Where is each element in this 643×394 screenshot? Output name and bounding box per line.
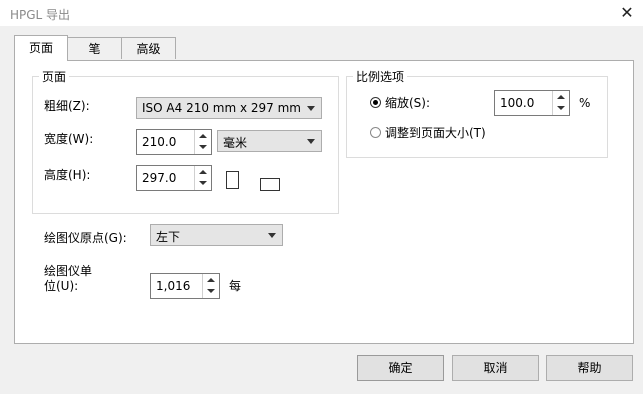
paper-size-value: ISO A4 210 mm x 297 mm [142,101,301,115]
help-button-label: 帮助 [577,361,602,375]
plotter-origin-dropdown[interactable]: 左下 [150,224,283,246]
height-input[interactable] [137,166,198,190]
tab-label: 页面 [28,41,53,55]
help-button[interactable]: 帮助 [546,355,633,381]
tab-page[interactable]: 页面 [14,35,68,61]
fit-to-page-label[interactable]: 调整到页面大小(T) [385,124,486,141]
scale-stepper-buttons [552,91,569,115]
tab-label: 笔 [88,42,101,56]
close-button[interactable]: ✕ [617,3,637,23]
page-group-legend: 页面 [42,70,67,84]
tab-label: 高级 [136,42,161,56]
spin-down-icon[interactable] [195,142,211,154]
spin-up-icon[interactable] [195,166,211,178]
paper-size-dropdown[interactable]: ISO A4 210 mm x 297 mm [136,97,322,119]
width-stepper[interactable] [136,129,212,155]
unit-dropdown[interactable]: 毫米 [217,130,322,152]
title-bar[interactable]: HPGL 导出 ✕ [0,0,643,26]
close-icon: ✕ [620,3,634,22]
scale-label: 缩放(S): [385,96,431,110]
height-label: 高度(H): [44,168,91,182]
fit-to-page-radio[interactable] [370,127,381,138]
width-stepper-buttons [194,130,211,154]
landscape-icon[interactable] [260,178,280,191]
width-input[interactable] [137,130,198,154]
scale-stepper[interactable] [494,90,570,116]
plotter-units-label-line2: 位(U): [44,279,79,293]
paper-size-label: 粗细(Z): [44,99,90,113]
chevron-down-icon [307,139,315,144]
height-stepper[interactable] [136,165,212,191]
plotter-units-stepper[interactable] [150,273,220,299]
hpgl-export-dialog: HPGL 导出 ✕ 页面 笔 高级 页面 粗细(Z): ISO A4 210 m… [0,0,643,394]
spin-up-icon[interactable] [203,274,219,286]
chevron-down-icon [268,233,276,238]
width-label: 宽度(W): [44,132,94,146]
scale-percent-unit: % [579,96,591,110]
plotter-origin-value: 左下 [156,230,181,244]
plotter-units-input[interactable] [151,274,206,298]
scale-options-legend: 比例选项 [356,70,405,84]
portrait-icon[interactable] [226,171,239,189]
ok-button[interactable]: 确定 [357,355,444,381]
spin-down-icon[interactable] [553,103,569,115]
plotter-units-suffix: 每 [229,279,242,293]
chevron-down-icon [307,106,315,111]
plotter-origin-label: 绘图仪原点(G): [44,231,127,245]
height-stepper-buttons [194,166,211,190]
ok-button-label: 确定 [388,361,413,375]
spin-down-icon[interactable] [203,286,219,298]
cancel-button-label: 取消 [483,361,508,375]
scale-input[interactable] [495,91,556,115]
unit-value: 毫米 [223,136,248,150]
scale-radio[interactable] [370,97,381,108]
window-title: HPGL 导出 [10,8,71,22]
tab-panel-page: 页面 粗细(Z): ISO A4 210 mm x 297 mm 宽度(W): … [14,60,634,344]
spin-up-icon[interactable] [195,130,211,142]
plotter-units-stepper-buttons [202,274,219,298]
spin-up-icon[interactable] [553,91,569,103]
spin-down-icon[interactable] [195,178,211,190]
cancel-button[interactable]: 取消 [452,355,539,381]
tab-pen[interactable]: 笔 [67,37,122,59]
tab-advanced[interactable]: 高级 [121,37,176,59]
